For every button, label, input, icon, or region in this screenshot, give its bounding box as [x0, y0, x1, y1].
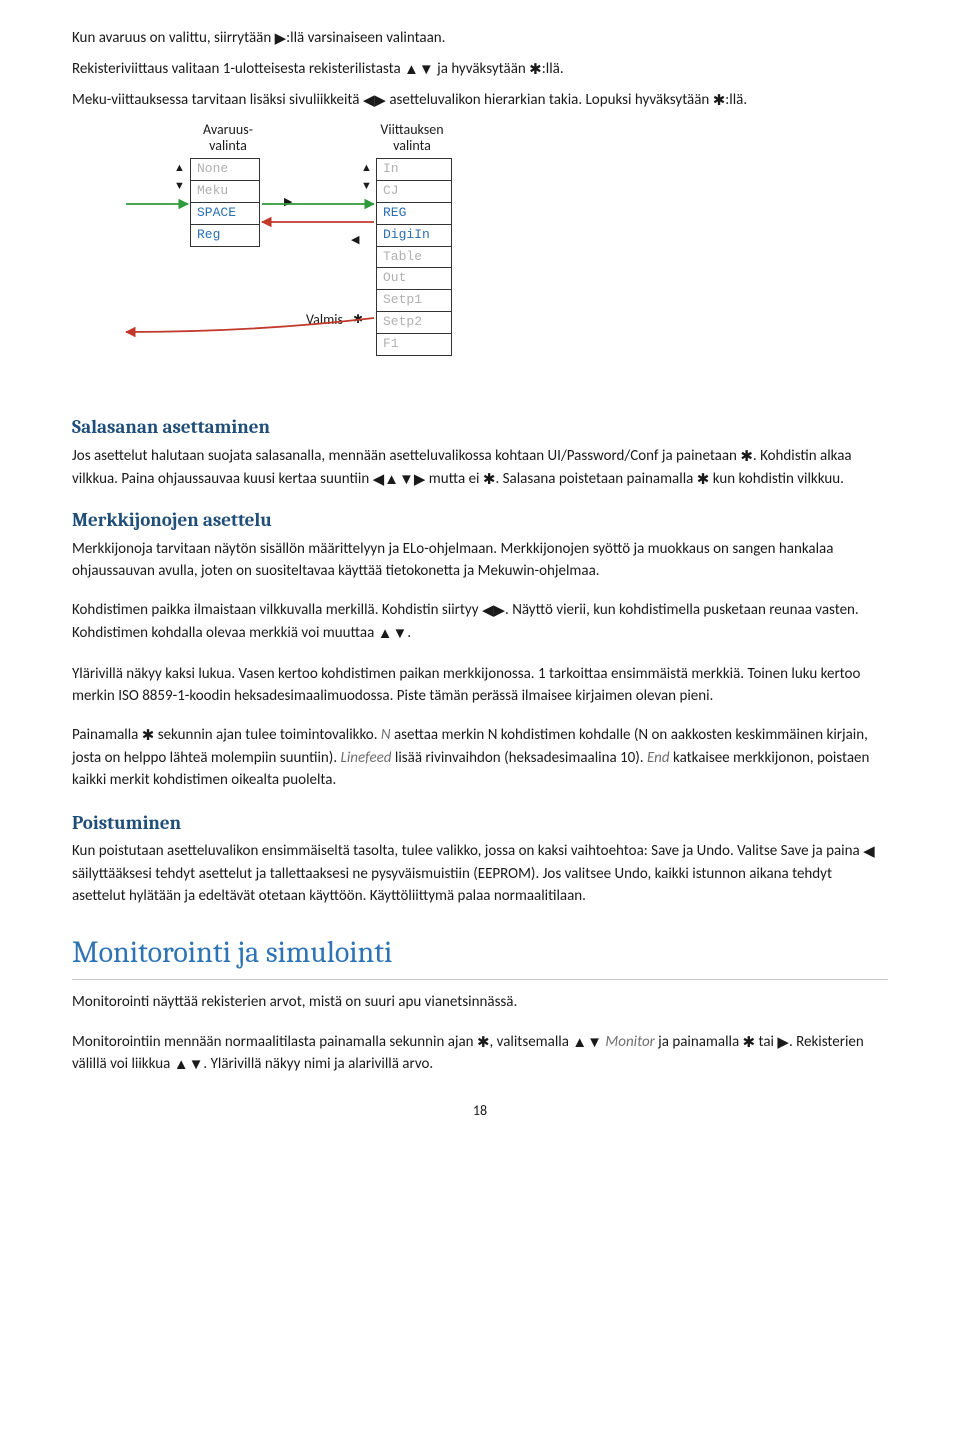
italic-n: N [381, 726, 391, 744]
up-triangle-icon: ▲ [174, 160, 185, 176]
heading-monitoring: Monitorointi ja simulointi [72, 931, 888, 975]
down-triangle-icon: ▼ [393, 624, 408, 646]
intro-para-2: Rekisteriviittaus valitaan 1-ulotteisest… [72, 59, 888, 82]
strings-para-2: Kohdistimen paikka ilmaistaan vilkkuvall… [72, 600, 888, 646]
intro-para-3: Meku-viittauksessa tarvitaan lisäksi siv… [72, 90, 888, 113]
diagram-col1-title: Avaruus-valinta [178, 122, 278, 154]
left-triangle-icon: ◀ [482, 601, 494, 623]
list-item: CJ [377, 180, 451, 202]
list-item: Table [377, 246, 451, 268]
star-icon: ✱ [477, 1033, 490, 1055]
valmis-label: Valmis [306, 310, 343, 330]
right-triangle-icon: ▶ [493, 601, 505, 623]
heading-strings: Merkkijonojen asettelu [72, 507, 888, 535]
list-item: Out [377, 267, 451, 289]
right-triangle-icon: ▶ [374, 91, 386, 113]
star-icon: ✱ [740, 447, 753, 469]
space-select-list: None Meku SPACE Reg [190, 158, 260, 246]
up-triangle-icon: ▲ [361, 160, 372, 176]
diagram-col2-title: Viittauksenvalinta [362, 122, 462, 154]
down-triangle-icon: ▼ [189, 1055, 204, 1077]
down-triangle-icon: ▼ [174, 178, 185, 194]
left-triangle-icon: ◀ [373, 470, 385, 492]
list-item: Setp2 [377, 311, 451, 333]
page-number: 18 [72, 1101, 888, 1121]
down-triangle-icon: ▼ [419, 60, 434, 82]
monitor-para-2: Monitorointiin mennään normaalitilasta p… [72, 1032, 888, 1078]
list-item: F1 [377, 333, 451, 355]
up-triangle-icon: ▲ [572, 1033, 587, 1055]
star-icon: ✱ [713, 91, 726, 113]
list-item: SPACE [191, 202, 259, 224]
up-triangle-icon: ▲ [384, 470, 399, 492]
star-icon: ✱ [353, 312, 363, 329]
strings-para-1: Merkkijonoja tarvitaan näytön sisällön m… [72, 539, 888, 583]
down-triangle-icon: ▼ [587, 1033, 602, 1055]
right-triangle-icon: ▶ [414, 470, 426, 492]
list-item: Meku [191, 180, 259, 202]
monitor-para-1: Monitorointi näyttää rekisterien arvot, … [72, 992, 888, 1014]
italic-linefeed: Linefeed [341, 749, 392, 767]
up-triangle-icon: ▲ [404, 60, 419, 82]
right-triangle-icon: ▶ [777, 1033, 789, 1055]
list-item: Setp1 [377, 289, 451, 311]
selection-diagram: Avaruus-valinta Viittauksenvalinta ▲ ▼ N… [136, 122, 888, 382]
italic-monitor: Monitor [605, 1033, 654, 1051]
up-triangle-icon: ▲ [378, 624, 393, 646]
right-triangle-icon: ▶ [275, 29, 287, 51]
list-item: Reg [191, 224, 259, 246]
list-item: None [191, 159, 259, 180]
star-icon: ✱ [743, 1033, 756, 1055]
strings-para-3: Ylärivillä näkyy kaksi lukua. Vasen kert… [72, 664, 888, 708]
left-triangle-icon: ◀ [351, 232, 359, 248]
reference-select-list: In CJ REG DigiIn Table Out Setp1 Setp2 F… [376, 158, 452, 356]
list-item: REG [377, 202, 451, 224]
left-triangle-icon: ◀ [863, 842, 875, 864]
down-triangle-icon: ▼ [361, 178, 372, 194]
intro-para-1: Kun avaruus on valittu, siirrytään ▶:llä… [72, 28, 888, 51]
up-triangle-icon: ▲ [174, 1055, 189, 1077]
strings-para-4: Painamalla ✱ sekunnin ajan tulee toimint… [72, 725, 888, 791]
star-icon: ✱ [697, 470, 710, 492]
list-item: DigiIn [377, 224, 451, 246]
divider [72, 979, 888, 980]
down-triangle-icon: ▼ [399, 470, 414, 492]
italic-end: End [647, 749, 670, 767]
star-icon: ✱ [142, 726, 155, 748]
left-triangle-icon: ◀ [363, 91, 375, 113]
exit-para: Kun poistutaan asetteluvalikon ensimmäis… [72, 841, 888, 907]
password-para: Jos asettelut halutaan suojata salasanal… [72, 446, 888, 492]
heading-password: Salasanan asettaminen [72, 414, 888, 442]
heading-exit: Poistuminen [72, 810, 888, 838]
right-triangle-icon: ▶ [284, 194, 292, 210]
star-icon: ✱ [529, 60, 542, 82]
list-item: In [377, 159, 451, 180]
star-icon: ✱ [483, 470, 496, 492]
